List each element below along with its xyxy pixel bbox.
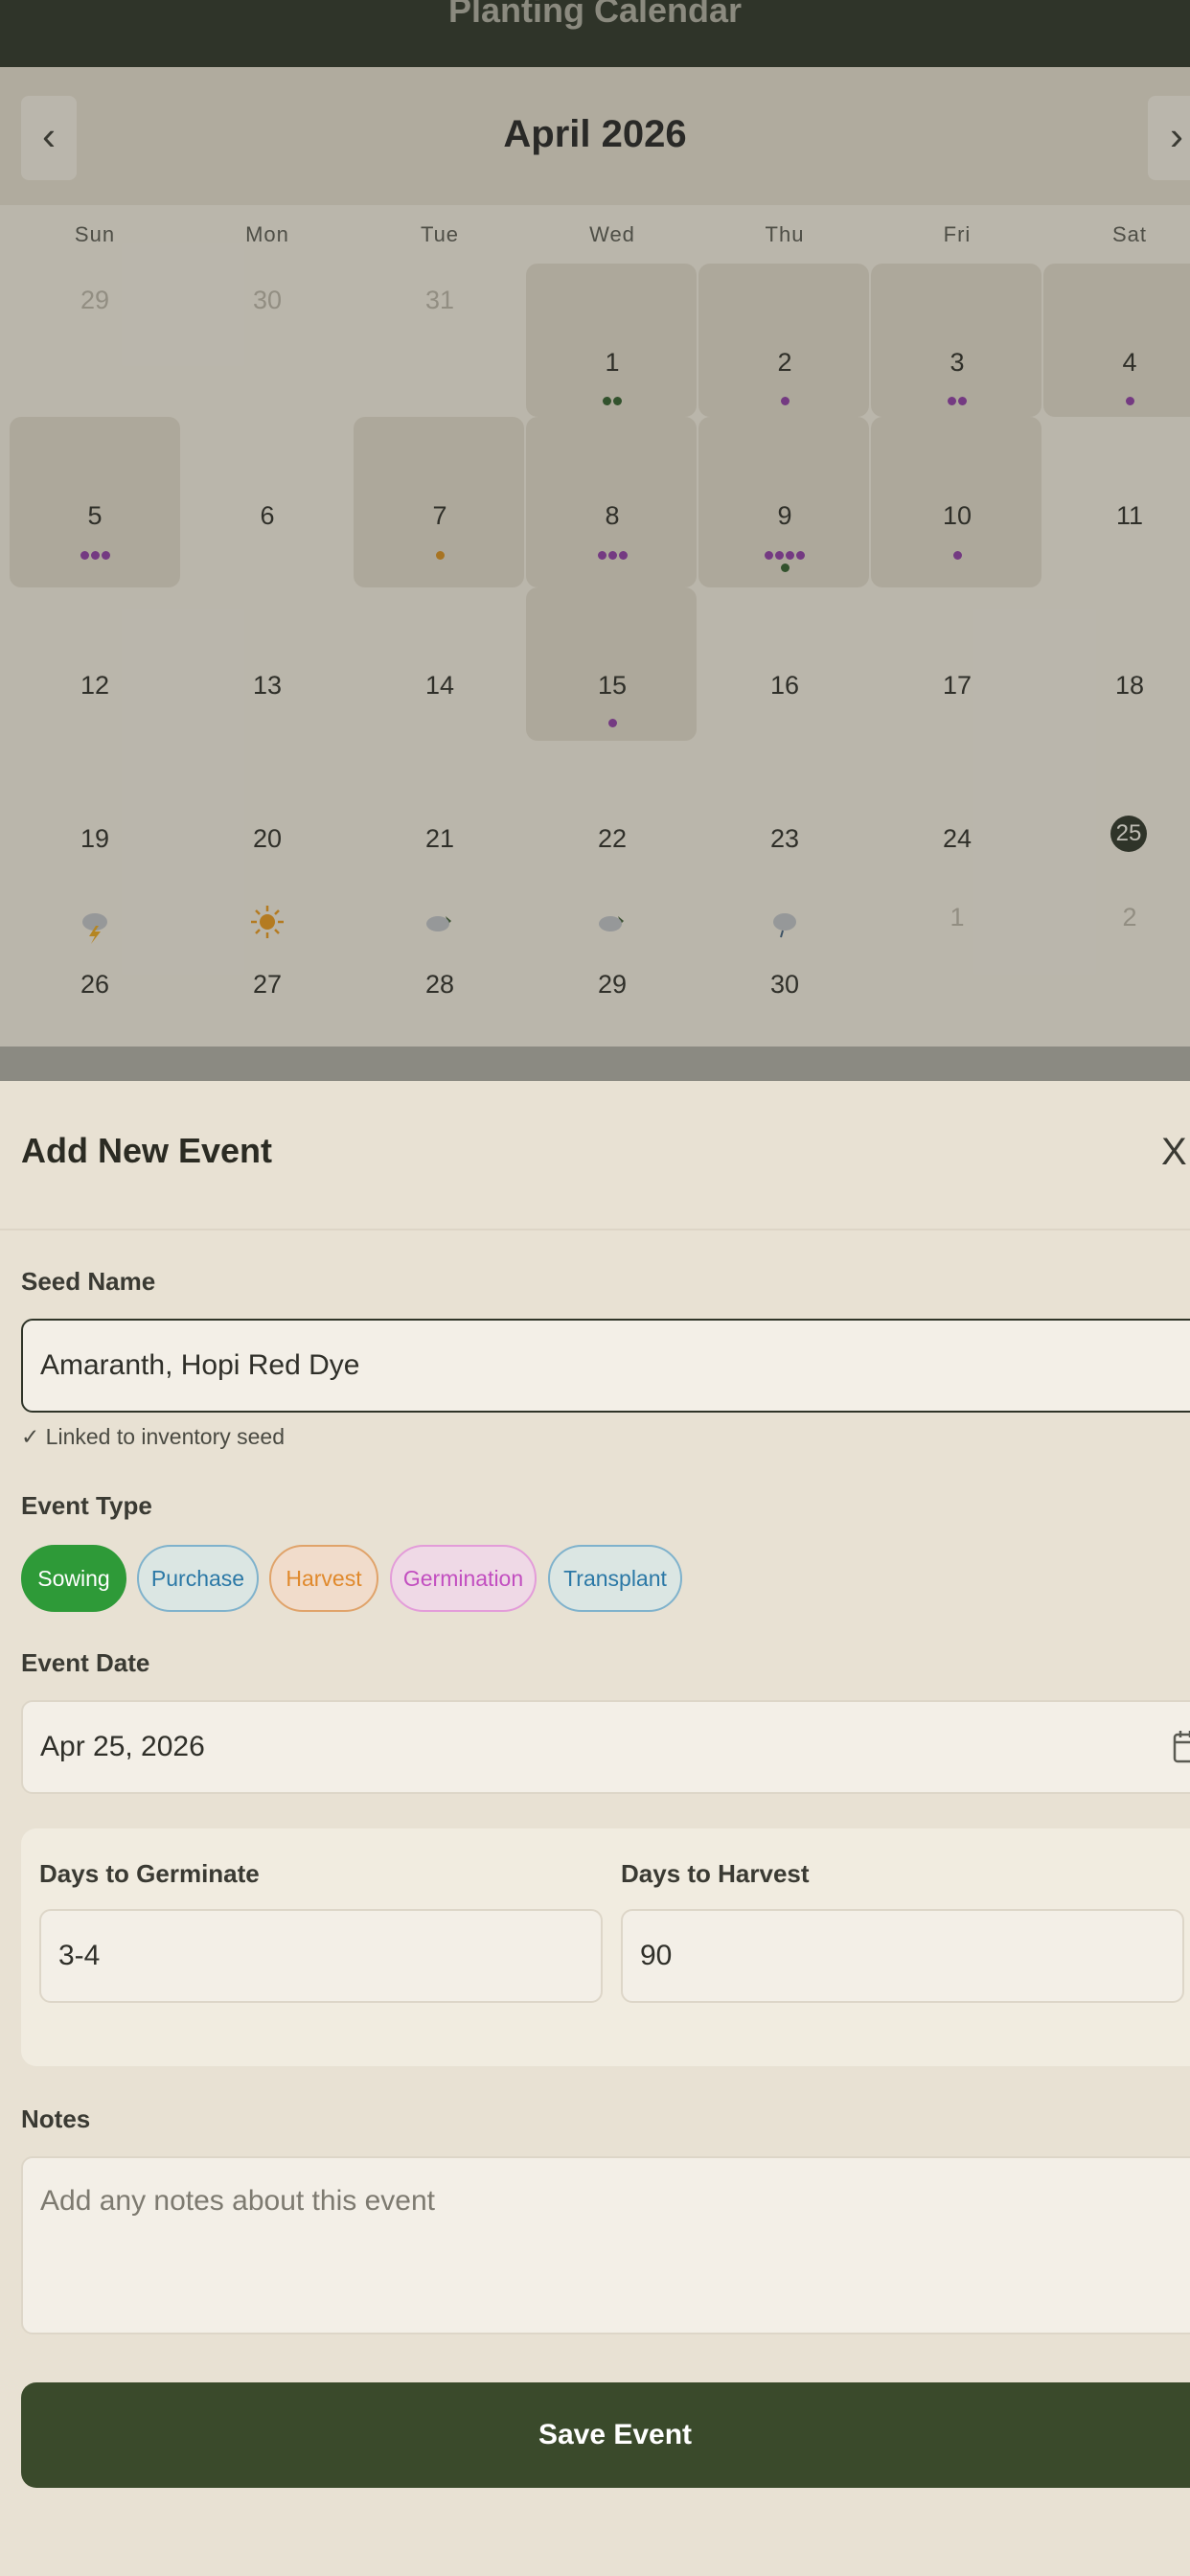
seed-name-value: Amaranth, Hopi Red Dye xyxy=(40,1349,360,1381)
event-type-label: Event Type xyxy=(21,1491,152,1520)
modal-scrim[interactable] xyxy=(0,0,1190,1081)
modal-scrim-edge xyxy=(0,1046,1190,1081)
notes-placeholder: Add any notes about this event xyxy=(40,2185,435,2217)
event-type-sowing[interactable]: Sowing xyxy=(21,1545,126,1612)
days-to-harvest-label: Days to Harvest xyxy=(621,1859,810,1888)
seed-name-label: Seed Name xyxy=(21,1267,156,1296)
event-type-germination[interactable]: Germination xyxy=(390,1545,537,1612)
days-to-harvest-value: 90 xyxy=(640,1940,673,1971)
event-date-value: Apr 25, 2026 xyxy=(40,1731,205,1762)
event-type-transplant[interactable]: Transplant xyxy=(548,1545,682,1612)
days-to-germinate-input[interactable]: 3-4 xyxy=(39,1909,603,2003)
linked-inventory-hint: ✓ Linked to inventory seed xyxy=(21,1424,285,1449)
seed-name-input[interactable]: Amaranth, Hopi Red Dye xyxy=(21,1319,1190,1413)
divider xyxy=(0,1229,1190,1230)
event-type-purchase[interactable]: Purchase xyxy=(137,1545,259,1612)
days-to-harvest-input[interactable]: 90 xyxy=(621,1909,1184,2003)
event-date-input[interactable]: Apr 25, 2026 xyxy=(21,1700,1190,1794)
notes-textarea[interactable]: Add any notes about this event xyxy=(21,2156,1190,2334)
event-date-label: Event Date xyxy=(21,1648,150,1677)
event-type-harvest[interactable]: Harvest xyxy=(269,1545,378,1612)
calendar-icon[interactable] xyxy=(1173,1727,1190,1765)
close-icon[interactable]: X xyxy=(1161,1131,1187,1174)
sheet-title: Add New Event xyxy=(21,1131,273,1170)
save-event-button[interactable]: Save Event xyxy=(21,2382,1190,2488)
notes-label: Notes xyxy=(21,2104,91,2133)
days-to-germinate-value: 3-4 xyxy=(58,1940,101,1971)
days-to-germinate-label: Days to Germinate xyxy=(39,1859,260,1888)
days-panel: Days to Germinate 3-4 Days to Harvest 90 xyxy=(21,1828,1190,2066)
add-event-sheet: Add New Event X Seed Name Amaranth, Hopi… xyxy=(0,1081,1190,2576)
